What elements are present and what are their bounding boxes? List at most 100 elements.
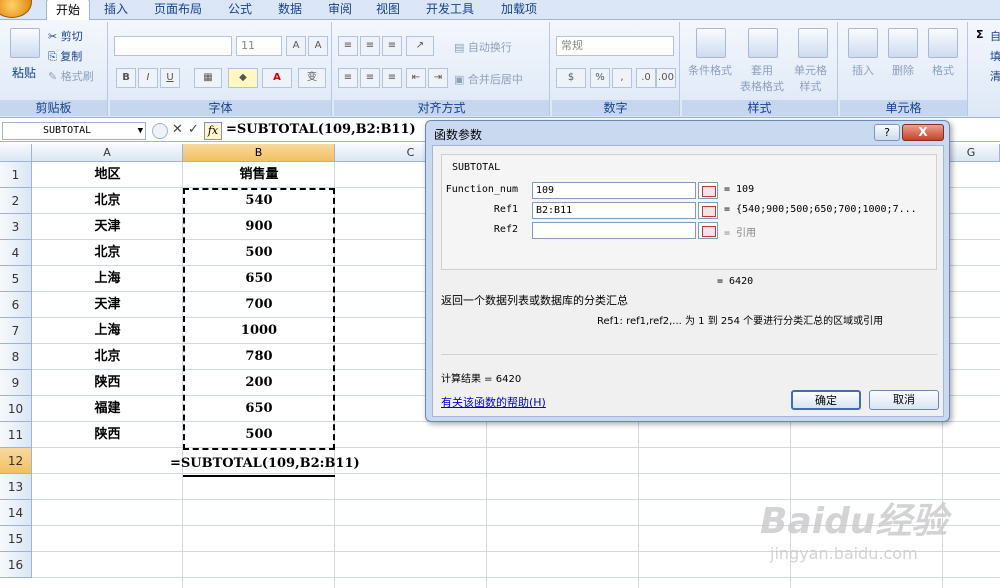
autosum-icon[interactable]: Σ	[976, 28, 984, 41]
cancel-icon[interactable]: ✕	[172, 122, 183, 137]
decrease-decimal-icon[interactable]: .00	[656, 68, 676, 88]
align-top-icon[interactable]: ≡	[338, 36, 358, 56]
collapse-dialog-icon[interactable]	[698, 222, 718, 239]
row-header[interactable]: 15	[0, 526, 32, 552]
row-header[interactable]: 8	[0, 344, 32, 370]
delete-cells-icon[interactable]	[888, 28, 918, 58]
cell-region[interactable]: 陕西	[32, 370, 183, 396]
row-header[interactable]: 14	[0, 500, 32, 526]
row-header[interactable]: 13	[0, 474, 32, 500]
collapse-dialog-icon[interactable]	[698, 182, 718, 199]
cell-region[interactable]: 陕西	[32, 422, 183, 448]
row-header[interactable]: 3	[0, 214, 32, 240]
format-painter-button[interactable]: ✎ 格式刷	[48, 68, 94, 84]
editing-item-2[interactable]: 填	[990, 48, 1000, 64]
phonetic-button[interactable]: 变	[298, 68, 326, 88]
cell-region[interactable]: 天津	[32, 214, 183, 240]
align-right-icon[interactable]: ≡	[382, 68, 402, 88]
percent-button[interactable]: %	[590, 68, 610, 88]
format-cells-button[interactable]: 格式	[932, 62, 954, 78]
row-header[interactable]: 5	[0, 266, 32, 292]
tab-page-layout[interactable]: 页面布局	[148, 0, 208, 20]
row-header[interactable]: 2	[0, 188, 32, 214]
cell-styles-button[interactable]: 单元格 样式	[794, 62, 827, 94]
increase-indent-icon[interactable]: ⇥	[428, 68, 448, 88]
ref1-input[interactable]: B2:B11	[532, 202, 696, 219]
shrink-font-icon[interactable]: A	[308, 36, 328, 56]
ok-button[interactable]: 确定	[791, 390, 861, 410]
wrap-text-button[interactable]: ▤ 自动换行	[454, 39, 512, 55]
tab-home[interactable]: 开始	[46, 0, 90, 21]
tab-addins[interactable]: 加载项	[492, 0, 546, 20]
close-button[interactable]: X	[902, 124, 944, 141]
format-cells-icon[interactable]	[928, 28, 958, 58]
cell-region[interactable]: 福建	[32, 396, 183, 422]
cancel-button[interactable]: 取消	[869, 390, 939, 410]
help-button[interactable]: ?	[874, 124, 900, 141]
tab-data[interactable]: 数据	[270, 0, 310, 20]
paste-icon[interactable]	[10, 28, 40, 58]
font-color-button[interactable]: A	[262, 68, 292, 88]
cell-region[interactable]: 天津	[32, 292, 183, 318]
table-format-button[interactable]: 套用 表格格式	[740, 62, 784, 94]
cell-styles-icon[interactable]	[798, 28, 828, 58]
align-left-icon[interactable]: ≡	[338, 68, 358, 88]
currency-icon[interactable]: $	[556, 68, 586, 88]
decrease-indent-icon[interactable]: ⇤	[406, 68, 426, 88]
tab-insert[interactable]: 插入	[96, 0, 136, 20]
row-header[interactable]: 1	[0, 162, 32, 188]
cell-a1[interactable]: 地区	[32, 162, 183, 188]
row-header[interactable]: 9	[0, 370, 32, 396]
function-help-link[interactable]: 有关该函数的帮助(H)	[441, 394, 546, 410]
row-header[interactable]: 11	[0, 422, 32, 448]
function-num-input[interactable]: 109	[532, 182, 696, 199]
cell-region[interactable]: 北京	[32, 240, 183, 266]
tab-review[interactable]: 审阅	[320, 0, 360, 20]
delete-cells-button[interactable]: 删除	[892, 62, 914, 78]
row-header[interactable]: 12	[0, 448, 32, 474]
align-center-icon[interactable]: ≡	[360, 68, 380, 88]
cell-region[interactable]: 北京	[32, 344, 183, 370]
tab-view[interactable]: 视图	[368, 0, 408, 20]
office-button[interactable]	[0, 0, 32, 18]
row-header[interactable]: 4	[0, 240, 32, 266]
cell-region[interactable]: 上海	[32, 318, 183, 344]
column-header-g[interactable]: G	[943, 144, 1000, 162]
row-header[interactable]: 6	[0, 292, 32, 318]
editing-item-3[interactable]: 清	[990, 68, 1000, 84]
column-header-a[interactable]: A	[32, 144, 183, 162]
enter-icon[interactable]: ✓	[188, 122, 199, 137]
fill-color-icon[interactable]: ◆	[228, 68, 258, 88]
chevron-down-icon[interactable]: ▼	[138, 123, 143, 139]
select-all-corner[interactable]	[0, 144, 32, 162]
insert-cells-button[interactable]: 插入	[852, 62, 874, 78]
font-name-box[interactable]	[114, 36, 232, 56]
conditional-format-icon[interactable]	[696, 28, 726, 58]
cut-button[interactable]: ✂ 剪切	[48, 28, 83, 44]
cell-region[interactable]: 北京	[32, 188, 183, 214]
comma-button[interactable]: ,	[612, 68, 632, 88]
column-header-b[interactable]: B	[183, 144, 335, 162]
insert-cells-icon[interactable]	[848, 28, 878, 58]
bold-button[interactable]: B	[116, 68, 136, 88]
italic-button[interactable]: I	[138, 68, 158, 88]
increase-decimal-icon[interactable]: .0	[636, 68, 656, 88]
grow-font-icon[interactable]: A	[286, 36, 306, 56]
border-icon[interactable]: ▦	[194, 68, 222, 88]
row-header[interactable]: 16	[0, 552, 32, 578]
name-box[interactable]: SUBTOTAL ▼	[2, 122, 146, 140]
editing-item-1[interactable]: 自	[990, 28, 1000, 44]
paste-button[interactable]: 粘贴	[12, 64, 36, 81]
tab-formulas[interactable]: 公式	[220, 0, 260, 20]
align-bottom-icon[interactable]: ≡	[382, 36, 402, 56]
ref2-input[interactable]	[532, 222, 696, 239]
copy-button[interactable]: ⎘ 复制	[48, 48, 82, 64]
merge-center-button[interactable]: ▣ 合并后居中	[454, 71, 523, 87]
insert-function-button[interactable]: fx	[204, 122, 222, 140]
collapse-dialog-icon[interactable]	[698, 202, 718, 219]
font-size-box[interactable]: 11	[236, 36, 282, 56]
table-format-icon[interactable]	[748, 28, 778, 58]
conditional-format-button[interactable]: 条件格式	[688, 62, 732, 78]
orientation-icon[interactable]: ↗	[406, 36, 434, 56]
align-middle-icon[interactable]: ≡	[360, 36, 380, 56]
